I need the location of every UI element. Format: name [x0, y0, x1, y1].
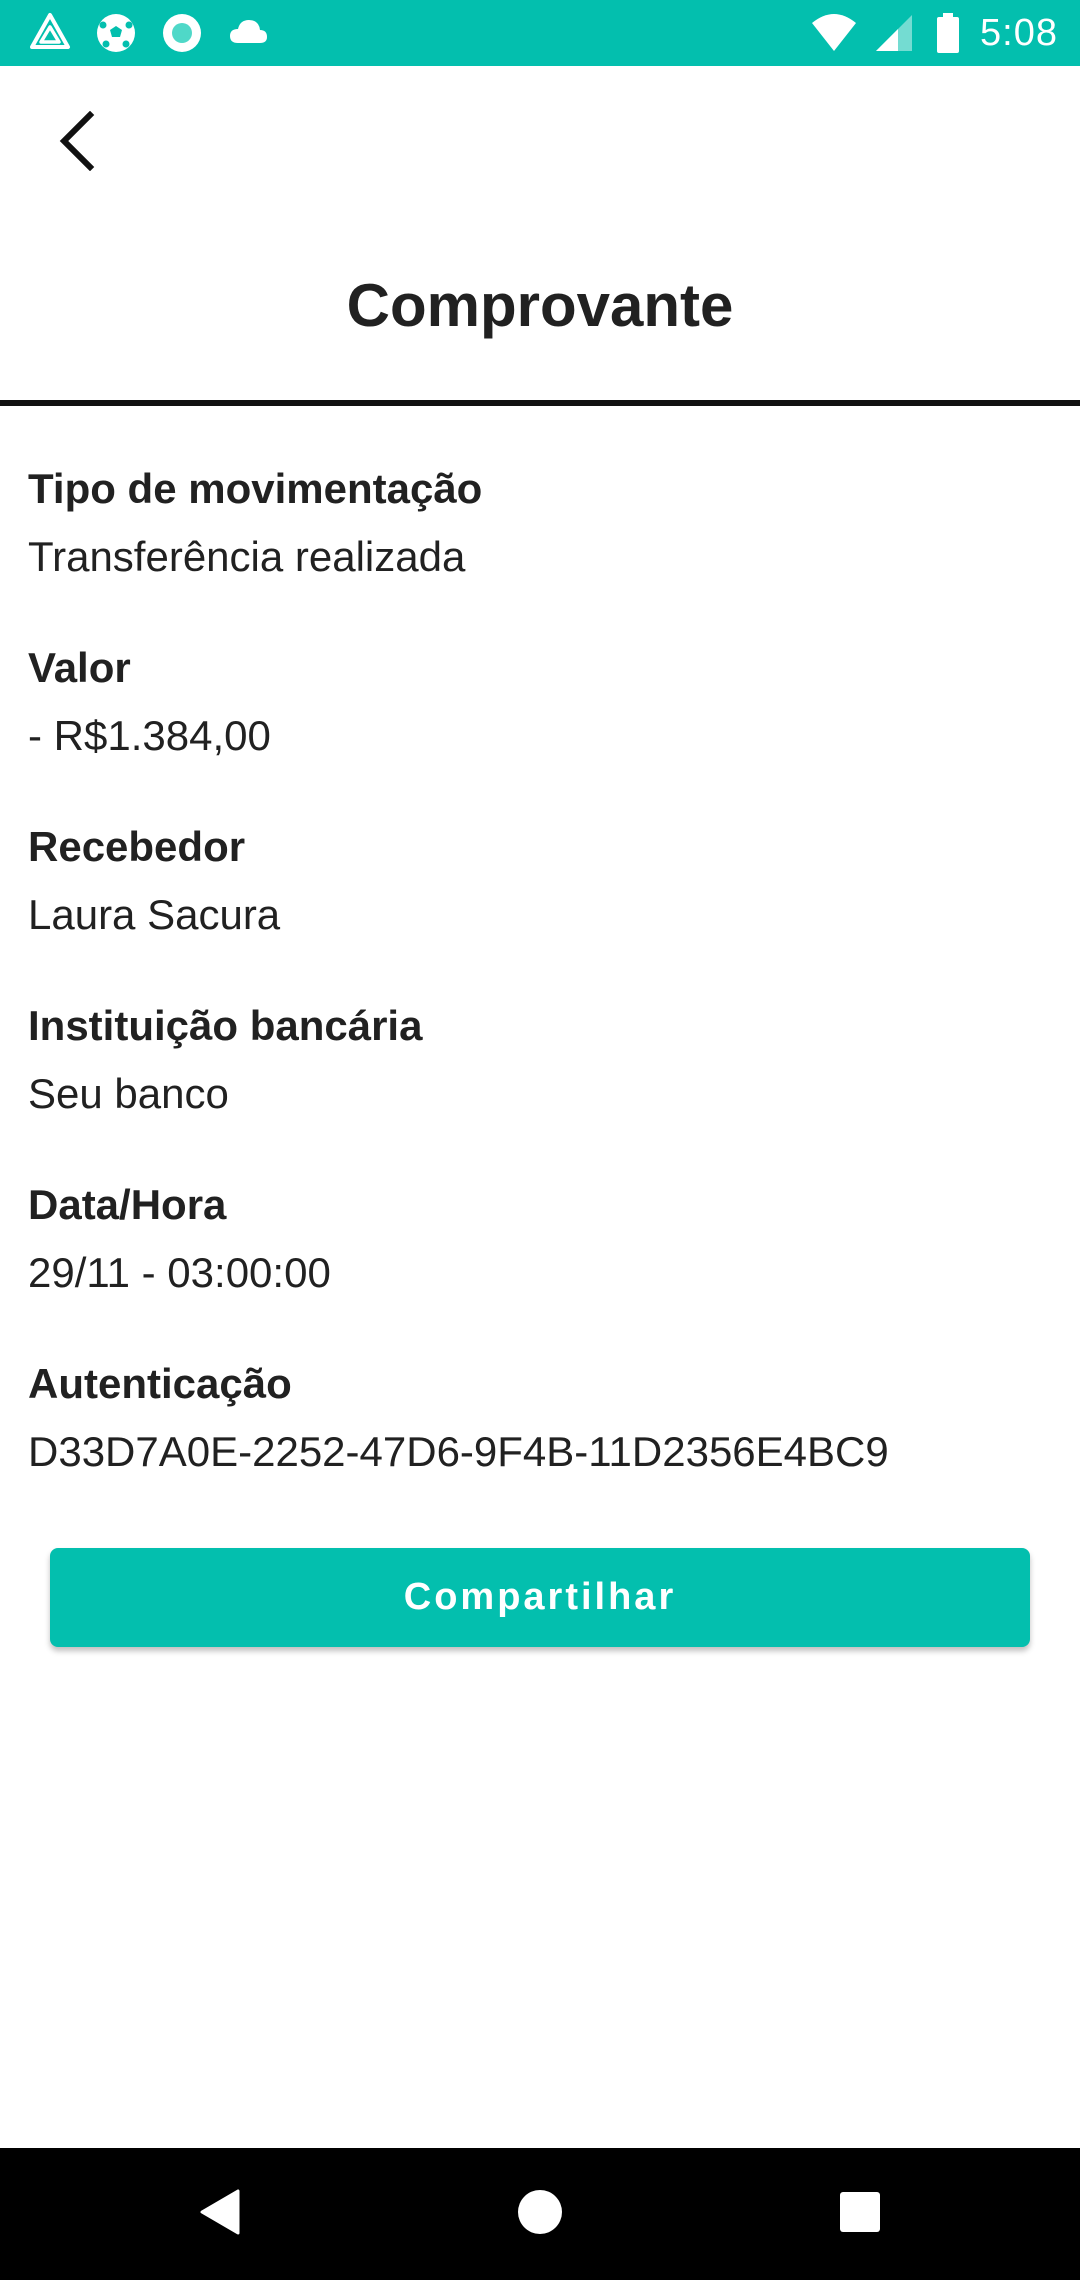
status-notification-icons: [28, 11, 270, 55]
share-button[interactable]: Compartilhar: [50, 1548, 1030, 1647]
status-bar: 5:08: [0, 0, 1080, 66]
page-title: Comprovante: [346, 272, 734, 339]
detail-value: Transferência realizada: [28, 533, 466, 580]
detail-label: Tipo de movimentação: [28, 465, 483, 512]
app-bar: Comprovante: [0, 66, 1080, 406]
detail-label: Instituição bancária: [28, 1002, 423, 1049]
detail-label: Data/Hora: [28, 1181, 227, 1228]
chevron-left-icon: [52, 110, 102, 176]
detail-label: Autenticação: [28, 1360, 292, 1407]
detail-value: - R$1.384,00: [28, 712, 271, 759]
detail-value: Seu banco: [28, 1070, 229, 1117]
triangle-logo-icon: [28, 11, 72, 55]
navigation-bar: [0, 2148, 1080, 2280]
detail-value: 29/11 - 03:00:00: [28, 1249, 331, 1296]
detail-datetime: Data/Hora 29/11 - 03:00:00: [28, 1178, 1052, 1357]
title-divider: [0, 400, 1080, 406]
detail-amount: Valor - R$1.384,00: [28, 641, 1052, 820]
detail-value: D33D7A0E-2252-47D6-9F4B-11D2356E4BC9: [28, 1428, 889, 1475]
back-triangle-icon: [198, 2187, 242, 2242]
receipt-details: Tipo de movimentação Transferência reali…: [28, 462, 1052, 1536]
detail-recipient: Recebedor Laura Sacura: [28, 820, 1052, 999]
detail-value: Laura Sacura: [28, 891, 281, 938]
soccer-ball-icon: [94, 11, 138, 55]
home-circle-icon: [516, 2188, 564, 2241]
circle-app-icon: [160, 11, 204, 55]
cloud-icon: [226, 11, 270, 55]
nav-back-button[interactable]: [160, 2148, 280, 2280]
status-system-icons: 5:08: [810, 11, 1058, 55]
status-time: 5:08: [980, 11, 1058, 54]
nav-recents-button[interactable]: [800, 2148, 920, 2280]
detail-transaction-type: Tipo de movimentação Transferência reali…: [28, 462, 1052, 641]
cellular-signal-icon: [872, 11, 916, 55]
detail-label: Valor: [28, 644, 131, 691]
detail-label: Recebedor: [28, 823, 246, 870]
battery-icon: [934, 11, 962, 55]
wifi-icon: [810, 11, 857, 55]
nav-home-button[interactable]: [480, 2148, 600, 2280]
detail-bank: Instituição bancária Seu banco: [28, 999, 1052, 1178]
back-button[interactable]: [40, 106, 114, 180]
recents-square-icon: [838, 2190, 882, 2239]
detail-authentication: Autenticação D33D7A0E-2252-47D6-9F4B-11D…: [28, 1357, 1052, 1536]
